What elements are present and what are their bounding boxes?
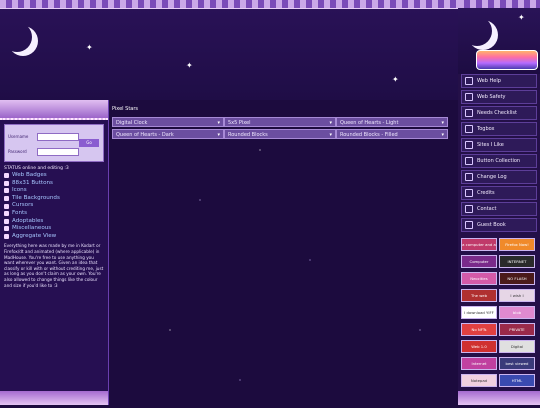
star-icon [4,173,9,179]
right-sidebar-footer [458,391,540,405]
chevron-down-icon: ▾ [329,120,332,126]
badge-button[interactable]: No NFTs [461,323,497,336]
left-nav: Web Badges 88x31 Buttons Icons Tile Back… [0,172,108,240]
font-menu-item[interactable]: 5x5 Pixel ▾ [224,117,336,127]
chevron-down-icon: ▾ [217,132,220,138]
top-banner: ✦ ✦ ✦ [0,0,458,100]
badge-button[interactable]: I download YIFF [461,306,497,319]
left-sidebar-footer [0,391,108,405]
star-icon [4,226,9,232]
badge-button[interactable]: blob [499,306,535,319]
chevron-down-icon: ▾ [441,132,444,138]
star-icon [4,188,9,194]
login-button[interactable]: Go [79,139,99,147]
badge-button[interactable]: Internet [461,357,497,370]
status-text: STATUS online and editing :3 [4,166,69,171]
book-icon [465,221,473,229]
badge-button[interactable]: Digital [499,340,535,353]
star-icon [4,234,9,240]
sparkle-icon: ✦ [392,75,399,84]
left-nav-item[interactable]: Cursors [4,202,104,210]
badge-button[interactable]: Notepad [461,374,497,387]
font-menu-item[interactable]: Queen of Hearts - Dark ▾ [112,129,224,139]
help-icon [465,77,473,85]
font-menu-item[interactable]: Queen of Hearts - Light ▾ [336,117,448,127]
button-collection: a computer and a mouse Firefox Now! Comp… [458,234,540,408]
right-nav-item[interactable]: Change Log [461,170,537,184]
font-menu-item[interactable]: Digital Clock ▾ [112,117,224,127]
chevron-down-icon: ▾ [217,120,220,126]
warning-icon [465,93,473,101]
right-nav-item[interactable]: Guest Book [461,218,537,232]
password-label: Password [8,149,27,154]
box-icon [465,125,473,133]
badge-button[interactable]: INTERNET ARCHIVE [499,255,535,268]
rainbow-banner [476,50,538,70]
right-nav-item[interactable]: Web Help [461,74,537,88]
badge-button[interactable]: best viewed [499,357,535,370]
username-field[interactable] [37,133,79,141]
mail-icon [465,205,473,213]
left-nav-item[interactable]: 88x31 Buttons [4,180,104,188]
left-nav-item[interactable]: Icons [4,187,104,195]
right-sidebar-header: ✦ [458,0,540,74]
right-nav-item[interactable]: Needs Checklist [461,106,537,120]
password-field[interactable] [37,148,79,156]
badge-button[interactable]: a computer and a mouse [461,238,497,251]
right-nav-item[interactable]: Web Safety [461,90,537,104]
right-nav-item[interactable]: Contact [461,202,537,216]
credits-icon [465,189,473,197]
right-nav-item[interactable]: Button Collection [461,154,537,168]
left-nav-item[interactable]: Aggregate View [4,233,104,241]
left-sidebar-header [0,100,108,120]
badge-button[interactable]: NO FLASH [499,272,535,285]
badge-button[interactable]: The web [461,289,497,302]
font-menu-grid: Digital Clock ▾ 5x5 Pixel ▾ Queen of Heart… [112,117,448,139]
right-nav-item[interactable]: Sites I Like [461,138,537,152]
moon-icon [2,22,32,52]
sparkle-icon: ✦ [518,13,525,22]
badge-button[interactable]: I wish I [499,289,535,302]
sparkle-icon: ✦ [86,43,93,52]
left-nav-item[interactable]: Fonts [4,210,104,218]
lace-border [458,0,540,8]
font-menu-item[interactable]: Rounded Blocks - Filled ▾ [336,129,448,139]
star-icon [4,218,9,224]
right-nav: Web Help Web Safety Needs Checklist Togb… [458,74,540,232]
right-sidebar: ✦ Web Help Web Safety Needs Checklist To… [458,0,540,405]
badge-button[interactable]: Computer Accessible [461,255,497,268]
left-sidebar: Username Password Go STATUS online and e… [0,100,109,405]
chevron-down-icon: ▾ [329,132,332,138]
right-nav-item[interactable]: Credits [461,186,537,200]
username-label: Username [8,134,29,139]
right-nav-item[interactable]: Togbox [461,122,537,136]
page-title: Pixel Stars [112,106,139,112]
badge-button[interactable]: Neocities [461,272,497,285]
log-icon [465,173,473,181]
badge-button[interactable]: Web 1.0 [461,340,497,353]
star-icon [4,211,9,217]
badge-button[interactable]: PRIVATE [499,323,535,336]
badge-button[interactable]: Firefox Now! [499,238,535,251]
star-icon [4,196,9,202]
login-box: Username Password Go [4,124,104,162]
chevron-down-icon: ▾ [441,120,444,126]
moon-icon [462,16,492,46]
left-nav-item[interactable]: Miscellaneous [4,225,104,233]
star-icon [4,203,9,209]
star-icon [4,180,9,186]
sparkle-icon: ✦ [186,61,193,70]
left-nav-item[interactable]: Web Badges [4,172,104,180]
badge-button[interactable]: HTML [499,374,535,387]
lace-border [0,0,458,9]
left-nav-item[interactable]: Adoptables [4,218,104,226]
button-icon [465,157,473,165]
checklist-icon [465,109,473,117]
usage-note: Everything here was made by me in Kodart… [4,243,104,288]
left-nav-item[interactable]: Tile Backgrounds [4,195,104,203]
heart-icon [465,141,473,149]
font-menu-item[interactable]: Rounded Blocks ▾ [224,129,336,139]
